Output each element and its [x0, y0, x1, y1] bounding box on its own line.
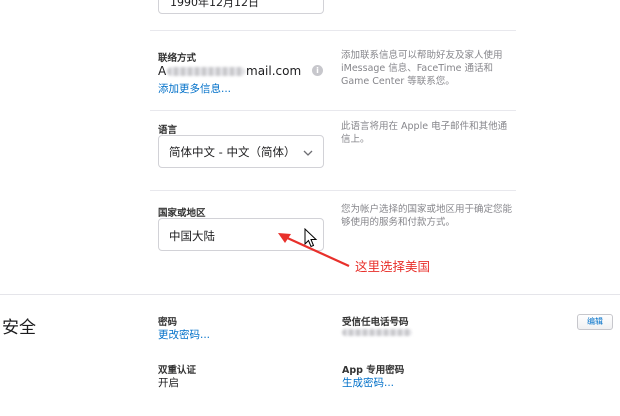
contact-description: 添加联系信息可以帮助好友及家人使用 iMessage 信息、FaceTime 通…	[341, 50, 503, 87]
birthday-value: 1990年12月12日	[170, 0, 259, 9]
email-domain: mail.com	[246, 64, 302, 78]
app-password-label: App 专用密码	[342, 365, 405, 376]
trusted-phone-redacted	[342, 329, 412, 336]
chevron-down-icon	[303, 150, 313, 156]
contact-email: A mail.com	[158, 64, 318, 80]
add-more-info-link[interactable]: 添加更多信息...	[158, 81, 231, 96]
divider	[150, 190, 516, 191]
email-redacted	[167, 67, 245, 76]
generate-password-link[interactable]: 生成密码...	[342, 375, 394, 390]
change-password-link[interactable]: 更改密码...	[158, 327, 210, 342]
language-selected: 简体中文 - 中文（简体）	[169, 145, 296, 159]
language-description: 此语言将用在 Apple 电子邮件和其他通信上。	[341, 121, 508, 145]
contact-label: 联络方式	[158, 53, 197, 64]
country-description: 您为帐户选择的国家或地区用于确定您能够使用的服务和付款方式。	[341, 204, 513, 228]
language-label: 语言	[158, 125, 178, 136]
edit-button-label: 编辑	[587, 317, 603, 326]
divider	[150, 110, 516, 111]
security-title: 安全	[2, 318, 36, 338]
country-value: 中国大陆	[169, 229, 215, 243]
two-factor-value: 开启	[158, 377, 179, 389]
divider	[150, 30, 516, 31]
birthday-field[interactable]: 1990年12月12日	[158, 0, 324, 14]
two-factor-label: 双重认证	[158, 365, 197, 376]
email-prefix: A	[158, 64, 167, 78]
edit-button[interactable]: 编辑	[577, 314, 613, 330]
annotation-arrow-icon	[278, 233, 350, 268]
country-label: 国家或地区	[158, 208, 206, 219]
trusted-phone-label: 受信任电话号码	[342, 317, 409, 328]
annotation-text: 这里选择美国	[355, 259, 431, 274]
password-label: 密码	[158, 317, 178, 328]
info-icon[interactable]: i	[312, 65, 323, 76]
language-select[interactable]: 简体中文 - 中文（简体）	[158, 135, 324, 168]
security-divider	[0, 294, 620, 295]
